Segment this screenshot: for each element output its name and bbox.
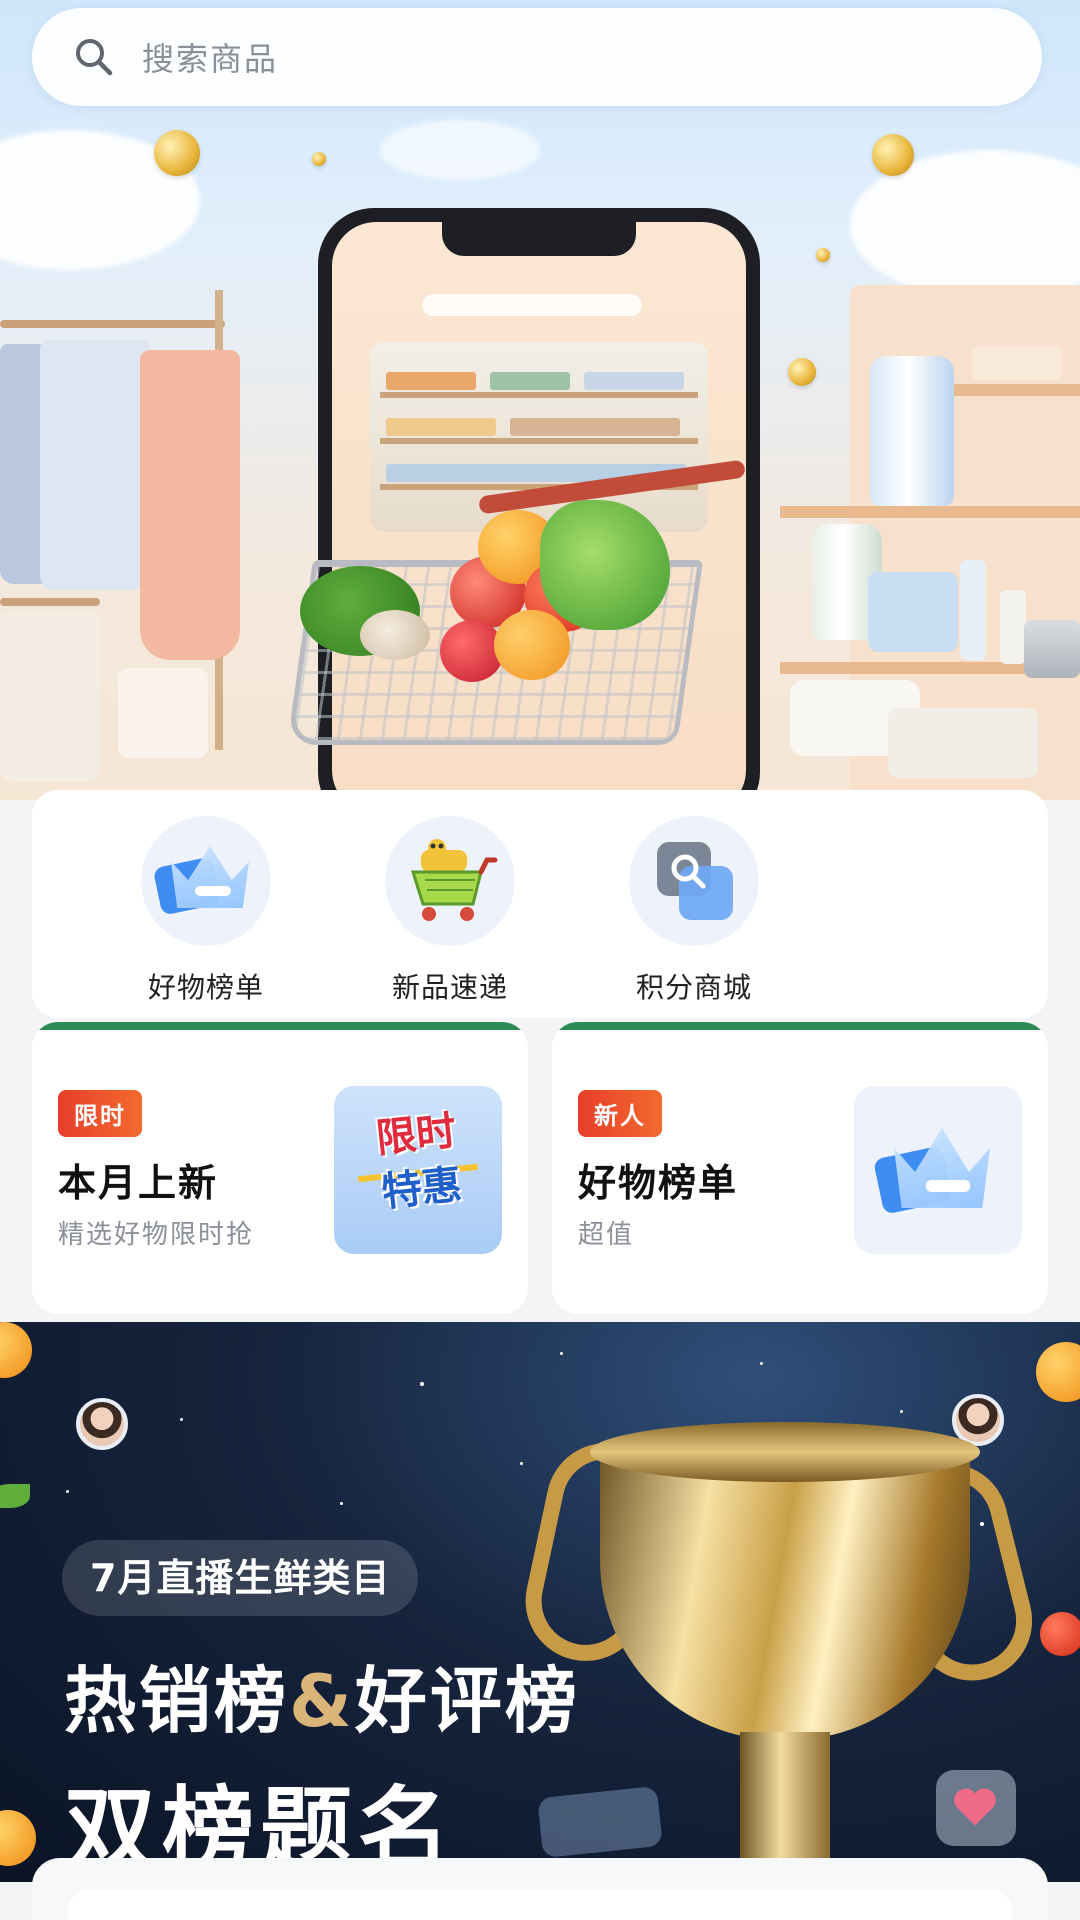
banner-title: 热销榜&好评榜 <box>64 1642 580 1747</box>
mini-search-bar <box>422 294 642 316</box>
tissue-box-image <box>868 572 958 652</box>
search-bar[interactable]: 搜索商品 <box>32 8 1042 106</box>
promo-title: 好物榜单 <box>578 1161 739 1205</box>
tray-image <box>888 708 1038 778</box>
search-icon <box>76 39 113 76</box>
hero-banner[interactable]: 搜索商品 <box>0 0 1080 800</box>
phone-notch <box>442 222 636 256</box>
banner-title-part: 好评榜 <box>354 1659 580 1743</box>
cup-image <box>1000 590 1026 664</box>
dress-image <box>140 350 240 660</box>
bottom-card <box>68 1890 1012 1920</box>
promo-card-monthly-new[interactable]: 限时 本月上新 精选好物限时抢 限时 特惠 <box>32 1022 528 1314</box>
crown-icon <box>141 816 271 946</box>
heart-icon <box>954 1788 996 1826</box>
quick-menu-label: 新品速递 <box>391 971 508 1004</box>
promo-badge: 限时 <box>58 1090 142 1137</box>
quick-menu-item-new-arrivals[interactable]: 新品速递 <box>360 816 540 1006</box>
detergent-bottle-image <box>870 356 954 506</box>
live-ranking-banner[interactable]: 7月直播生鲜类目 热销榜&好评榜 双榜题名 <box>0 1322 1080 1882</box>
tomato-image <box>1040 1612 1080 1656</box>
promo-subtitle: 精选好物限时抢 <box>58 1220 255 1250</box>
mushroom-image <box>360 610 430 660</box>
shirt-image <box>0 612 100 782</box>
box-image <box>972 346 1062 380</box>
clothing-rack <box>0 320 225 328</box>
orange-slice-image <box>1036 1342 1080 1402</box>
coin-decoration <box>154 130 200 176</box>
banner-title-amp: & <box>289 1659 355 1743</box>
promo-card-good-list[interactable]: 新人 好物榜单 超值 <box>552 1022 1048 1314</box>
cloud-decoration <box>380 120 540 180</box>
coin-decoration <box>788 358 816 386</box>
coin-decoration <box>816 248 830 262</box>
search-square-icon <box>629 816 759 946</box>
quick-menu-item-good-list[interactable]: 好物榜单 <box>116 816 296 1006</box>
pot-image <box>1024 620 1080 678</box>
quick-menu-item-points-mall[interactable]: 积分商城 <box>604 816 784 1006</box>
quick-menu-label: 好物榜单 <box>147 971 264 1004</box>
trophy-image <box>600 1440 970 1740</box>
crown-icon <box>854 1086 1022 1254</box>
coin-decoration <box>312 152 326 166</box>
leaf-image <box>0 1484 30 1508</box>
category-pill: 7月直播生鲜类目 <box>62 1540 419 1616</box>
quick-menu-label: 积分商城 <box>635 971 752 1004</box>
shopping-cart-icon <box>385 816 515 946</box>
bottom-sheet <box>32 1858 1048 1920</box>
orange-image <box>494 610 570 680</box>
limited-offer-image: 限时 特惠 <box>334 1086 502 1254</box>
promo-badge: 新人 <box>578 1090 662 1137</box>
orange-slice-image <box>0 1322 32 1378</box>
promo-title: 本月上新 <box>58 1161 219 1205</box>
avatar <box>76 1398 128 1450</box>
orange-slice-image <box>0 1810 36 1866</box>
quick-menu: 好物榜单 新品速递 积分商城 <box>32 790 1048 1018</box>
search-placeholder: 搜索商品 <box>142 40 279 78</box>
coupon-card-image <box>537 1785 663 1859</box>
trophy-rim <box>590 1422 980 1482</box>
promo-subtitle: 超值 <box>578 1220 635 1250</box>
coin-decoration <box>872 134 914 176</box>
folded-clothes-image <box>118 668 208 758</box>
shelf-board <box>780 506 1080 518</box>
tube-image <box>960 560 986 660</box>
shirt-image <box>40 340 150 590</box>
clothing-rack <box>0 598 100 606</box>
banner-title-part: 热销榜 <box>64 1659 290 1743</box>
